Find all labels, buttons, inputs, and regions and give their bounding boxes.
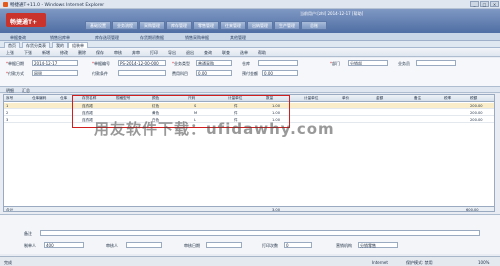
browser-statusbar: 完成 Internet 保护模式: 禁用 100% — [0, 256, 500, 266]
app-header: 畅捷通T+ 当前用户:[zhl] 2014-12-17 [帮助] 基础设置 业务… — [0, 9, 500, 33]
protected-mode: 保护模式: 禁用 — [406, 260, 433, 265]
grid-header-cell: 仓库编码 — [32, 96, 47, 100]
biz-type-label: *业务类型 — [172, 61, 190, 66]
org-footer-label: 营销机构 — [336, 243, 352, 248]
fee-label: 费用科目 — [172, 71, 188, 76]
price-cell[interactable]: 200.00 — [470, 104, 483, 108]
zone-indicator: Internet — [372, 260, 388, 265]
toolbar-new-button[interactable]: 新增 — [42, 50, 50, 56]
top-menu: 基础设置 业务流程 采购管理 库存管理 零售管理 往来管理 出纳管理 生产管理 … — [85, 21, 327, 30]
grid-header-cell: 单价 — [342, 96, 350, 100]
top-menu-item[interactable]: 出纳管理 — [247, 21, 273, 30]
org-footer-field[interactable]: 分销零售 — [358, 242, 398, 248]
toolbar-exit-button[interactable]: 退出 — [186, 50, 194, 56]
auditor-field — [126, 242, 162, 248]
toolbar-help-button[interactable]: 帮助 — [258, 50, 266, 56]
sum-label: 合计 — [6, 208, 14, 212]
pay-field[interactable]: 网银 — [32, 70, 78, 76]
zoom-level[interactable]: 100% — [478, 260, 489, 265]
amount-field[interactable]: 0.00 — [262, 70, 298, 76]
toolbar: 上张 下张 新增 修改 删除 保存 审核 弃审 打印 导出 退出 查询 联查 选… — [0, 48, 500, 57]
ie-icon — [3, 2, 8, 7]
sum-row: 合计 3.00 600.00 — [4, 206, 494, 212]
print-count-field: 0 — [284, 242, 312, 248]
document-header-form: *单据日期 2014-12-17 *单据编号 PS-2014-12-00-000… — [0, 58, 500, 86]
window-title: 畅捷通T+11.0 - Windows Internet Explorer — [10, 3, 105, 8]
date-label: *单据日期 — [6, 61, 24, 66]
top-menu-item[interactable]: 库存管理 — [166, 21, 192, 30]
page-tabs: 首页 存货分类表 我的 组装单 — [0, 41, 500, 48]
top-menu-item[interactable]: 生产管理 — [274, 21, 300, 30]
toolbar-print-button[interactable]: 打印 — [150, 50, 158, 56]
top-menu-item[interactable]: 零售管理 — [193, 21, 219, 30]
grid-header-cell: 计量单位 — [304, 96, 319, 100]
fee-field[interactable]: 0.00 — [196, 70, 232, 76]
sum-amount: 600.00 — [466, 208, 479, 212]
document-footer: 备注 制单人 400 审核人 审核日期 打印次数 0 营销机构 分销零售 — [0, 214, 500, 254]
invoice-label: 付款条件 — [92, 71, 108, 76]
toolbar-save-button[interactable]: 保存 — [96, 50, 104, 56]
grid-header-cell: 税额 — [470, 96, 478, 100]
toolbar-edit-button[interactable]: 修改 — [60, 50, 68, 56]
toolbar-audit-button[interactable]: 审核 — [114, 50, 122, 56]
maximize-button[interactable]: □ — [480, 1, 489, 7]
app-logo-text: 畅捷通T+ — [10, 19, 38, 26]
watermark: 用友软件下载：ufidawhy.com — [94, 120, 335, 138]
toolbar-delete-button[interactable]: 删除 — [78, 50, 86, 56]
grid-header-cell: 金额 — [376, 96, 384, 100]
top-menu-item[interactable]: 往来管理 — [220, 21, 246, 30]
grid-header-cell: 序号 — [6, 96, 14, 100]
biz-type-field[interactable]: 普通采购 — [196, 60, 232, 66]
top-menu-item[interactable]: 采购管理 — [139, 21, 165, 30]
status-text: 完成 — [4, 260, 12, 265]
toolbar-link-button[interactable]: 联查 — [222, 50, 230, 56]
audit-date-field — [206, 242, 242, 248]
top-menu-item[interactable]: 基础设置 — [85, 21, 111, 30]
note-field[interactable] — [40, 230, 480, 236]
org-label: 业务员 — [398, 61, 410, 66]
price-cell[interactable]: 200.00 — [470, 118, 483, 122]
detail-grid: 序号 仓库编码 仓库 存货名称 规格型号 颜色 尺码 计量单位 数量 计量单位 … — [3, 94, 495, 212]
close-button[interactable]: × — [490, 1, 499, 7]
code-label: *单据编号 — [92, 61, 110, 66]
code-field[interactable]: PS-2014-12-00-000 — [118, 60, 166, 66]
toolbar-select-button[interactable]: 选单 — [240, 50, 248, 56]
grid-header-cell: 仓库 — [60, 96, 68, 100]
user-info[interactable]: 当前用户:[zhl] 2014-12-17 [帮助] — [300, 11, 363, 17]
window-titlebar: 畅捷通T+11.0 - Windows Internet Explorer _ … — [0, 0, 500, 9]
toolbar-prev-button[interactable]: 上张 — [6, 50, 14, 56]
maker-field: 400 — [44, 242, 84, 248]
toolbar-next-button[interactable]: 下张 — [24, 50, 32, 56]
toolbar-unaudit-button[interactable]: 弃审 — [132, 50, 140, 56]
toolbar-query-button[interactable]: 查询 — [204, 50, 212, 56]
warehouse-label: 仓库 — [242, 61, 250, 66]
dept-label: *部门 — [330, 61, 340, 66]
row-number: 2 — [6, 111, 9, 115]
app-window: 畅捷通T+11.0 - Windows Internet Explorer _ … — [0, 0, 500, 266]
grid-header-cell: 税率 — [444, 96, 452, 100]
grid-header-cell: 备注 — [414, 96, 422, 100]
toolbar-export-button[interactable]: 导出 — [168, 50, 176, 56]
top-menu-item[interactable]: 业务流程 — [112, 21, 138, 30]
row-number: 3 — [6, 118, 9, 122]
row-number: 1 — [6, 104, 9, 108]
sum-qty: 3.00 — [272, 208, 281, 212]
invoice-field[interactable] — [118, 70, 166, 76]
print-count-label: 打印次数 — [262, 243, 278, 248]
detail-tabs: 明细 汇总 — [0, 86, 500, 93]
warehouse-field[interactable] — [258, 60, 298, 66]
maker-label: 制单人 — [24, 243, 36, 248]
org-field[interactable] — [416, 60, 456, 66]
dept-field[interactable]: 分销部 — [348, 60, 388, 66]
amount-label: 预付金额 — [242, 71, 258, 76]
top-menu-item[interactable]: 总账 — [301, 21, 327, 30]
minimize-button[interactable]: _ — [470, 1, 479, 7]
quick-links-bar: 单据查询 销售出库单 库存选项管理 存货期初数据 销售采购单据 其他管理 — [0, 33, 500, 41]
date-field[interactable]: 2014-12-17 — [32, 60, 78, 66]
audit-date-label: 审核日期 — [184, 243, 200, 248]
auditor-label: 审核人 — [106, 243, 118, 248]
price-cell[interactable]: 200.00 — [470, 111, 483, 115]
pay-label: *付款方式 — [6, 71, 24, 76]
note-label: 备注 — [24, 231, 32, 236]
